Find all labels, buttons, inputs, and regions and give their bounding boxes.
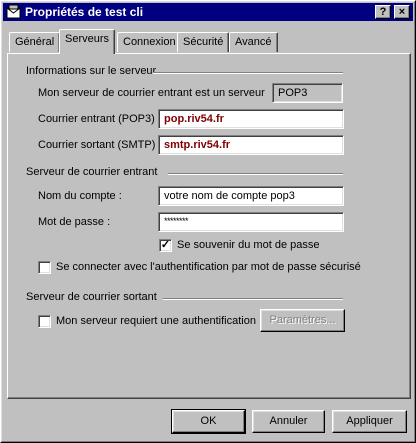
title-bar[interactable]: Propriétés de test cli ? × <box>3 3 413 21</box>
mail-properties-icon <box>6 4 21 19</box>
apply-button[interactable]: Appliquer <box>332 410 407 433</box>
window-title: Propriétés de test cli <box>25 5 144 19</box>
close-button[interactable]: × <box>394 5 410 19</box>
tab-serveurs-label: Serveurs <box>65 33 110 45</box>
properties-window: Propriétés de test cli ? × Général Serve… <box>0 0 416 443</box>
tab-securite[interactable]: Sécurité <box>177 32 230 52</box>
cancel-button[interactable]: Annuler <box>252 410 325 433</box>
tab-panel-serveurs <box>7 53 411 399</box>
tab-general[interactable]: Général <box>9 32 61 52</box>
help-button[interactable]: ? <box>375 5 391 19</box>
ok-button[interactable]: OK <box>171 409 246 434</box>
tab-serveurs[interactable]: Serveurs <box>59 29 116 54</box>
tab-avance[interactable]: Avancé <box>229 32 278 52</box>
tab-connexion[interactable]: Connexion <box>117 32 182 52</box>
